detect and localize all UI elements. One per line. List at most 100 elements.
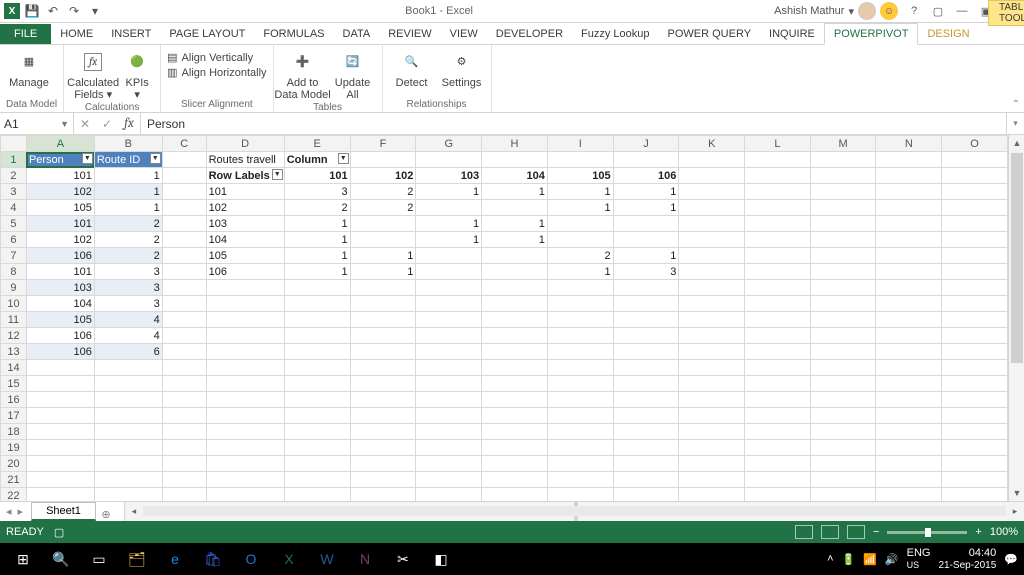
cell-C4[interactable] [162,200,206,216]
cell-M2[interactable] [810,168,876,184]
onenote-icon[interactable]: N [348,546,382,572]
cell-K22[interactable] [679,488,745,502]
select-all-cell[interactable] [1,136,27,152]
cell-N10[interactable] [876,296,942,312]
cell-F9[interactable] [350,280,416,296]
cell-G6[interactable]: 1 [416,232,482,248]
formula-input[interactable]: Person [141,113,1006,134]
cell-H18[interactable] [482,424,548,440]
cell-O9[interactable] [942,280,1008,296]
collapse-ribbon-icon[interactable]: ⌃ [1012,99,1020,110]
cell-L5[interactable] [745,216,811,232]
cell-J20[interactable] [613,456,679,472]
tab-developer[interactable]: DEVELOPER [487,24,572,44]
cell-F17[interactable] [350,408,416,424]
cell-B6[interactable]: 2 [94,232,162,248]
cell-C3[interactable] [162,184,206,200]
cell-A9[interactable]: 103 [26,280,94,296]
cell-D17[interactable] [206,408,284,424]
row-header-21[interactable]: 21 [1,472,27,488]
cell-K12[interactable] [679,328,745,344]
cell-D2[interactable]: Row Labels▼ [206,168,284,184]
cell-B2[interactable]: 1 [94,168,162,184]
cell-J22[interactable] [613,488,679,502]
tab-file[interactable]: FILE [0,24,51,44]
cell-C19[interactable] [162,440,206,456]
cell-I16[interactable] [547,392,613,408]
cell-D1[interactable]: Routes travell [206,152,284,168]
cell-M5[interactable] [810,216,876,232]
cell-C10[interactable] [162,296,206,312]
cell-E19[interactable] [284,440,350,456]
cell-F19[interactable] [350,440,416,456]
new-sheet-icon[interactable]: ⊕ [96,508,116,521]
cell-D3[interactable]: 101 [206,184,284,200]
cell-F18[interactable] [350,424,416,440]
cell-L14[interactable] [745,360,811,376]
cell-M16[interactable] [810,392,876,408]
cell-F22[interactable] [350,488,416,502]
cell-F11[interactable] [350,312,416,328]
cell-H2[interactable]: 104 [482,168,548,184]
cell-G20[interactable] [416,456,482,472]
cell-F15[interactable] [350,376,416,392]
cell-D13[interactable] [206,344,284,360]
sheet-nav-next-icon[interactable]: ▸ [18,505,24,518]
cell-C11[interactable] [162,312,206,328]
cell-K9[interactable] [679,280,745,296]
cell-K14[interactable] [679,360,745,376]
col-header-E[interactable]: E [284,136,350,152]
cell-J3[interactable]: 1 [613,184,679,200]
col-header-H[interactable]: H [482,136,548,152]
cell-L11[interactable] [745,312,811,328]
cell-I17[interactable] [547,408,613,424]
cell-A19[interactable] [26,440,94,456]
cell-L4[interactable] [745,200,811,216]
cell-E11[interactable] [284,312,350,328]
cell-E15[interactable] [284,376,350,392]
cell-M4[interactable] [810,200,876,216]
cell-M15[interactable] [810,376,876,392]
cell-O14[interactable] [942,360,1008,376]
cell-F6[interactable] [350,232,416,248]
cell-E13[interactable] [284,344,350,360]
cell-I1[interactable] [547,152,613,168]
cell-H21[interactable] [482,472,548,488]
cell-O18[interactable] [942,424,1008,440]
row-header-19[interactable]: 19 [1,440,27,456]
file-explorer-icon[interactable]: 🗂 [120,546,154,572]
cell-H14[interactable] [482,360,548,376]
cell-G15[interactable] [416,376,482,392]
row-header-13[interactable]: 13 [1,344,27,360]
cell-H8[interactable] [482,264,548,280]
cell-F5[interactable] [350,216,416,232]
cell-C2[interactable] [162,168,206,184]
tab-page-layout[interactable]: PAGE LAYOUT [160,24,254,44]
outlook-icon[interactable]: O [234,546,268,572]
cell-L16[interactable] [745,392,811,408]
cell-J19[interactable] [613,440,679,456]
cell-N17[interactable] [876,408,942,424]
redo-button[interactable]: ↷ [65,2,83,20]
zoom-level[interactable]: 100% [990,526,1018,538]
expand-formula-bar-icon[interactable]: ▾ [1006,113,1024,134]
cell-G2[interactable]: 103 [416,168,482,184]
cell-J8[interactable]: 3 [613,264,679,280]
cell-I20[interactable] [547,456,613,472]
cell-M11[interactable] [810,312,876,328]
col-header-M[interactable]: M [810,136,876,152]
cell-H19[interactable] [482,440,548,456]
cell-G1[interactable] [416,152,482,168]
cell-E2[interactable]: 101 [284,168,350,184]
scroll-left-icon[interactable]: ◂ [127,504,141,518]
cell-D9[interactable] [206,280,284,296]
cell-C13[interactable] [162,344,206,360]
cell-L21[interactable] [745,472,811,488]
cell-B5[interactable]: 2 [94,216,162,232]
store-icon[interactable]: 🛍 [196,546,230,572]
help-icon[interactable]: ? [906,5,922,17]
row-header-11[interactable]: 11 [1,312,27,328]
cell-F7[interactable]: 1 [350,248,416,264]
cell-I10[interactable] [547,296,613,312]
col-header-A[interactable]: A [26,136,94,152]
